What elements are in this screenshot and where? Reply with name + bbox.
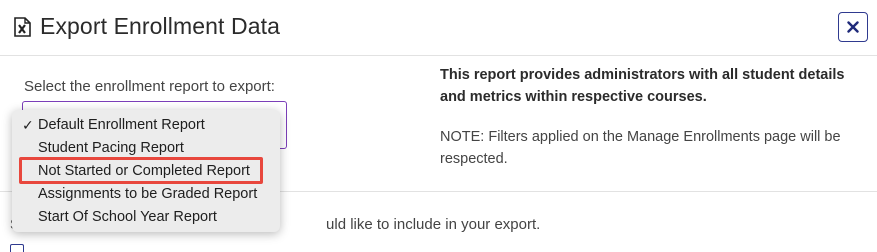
dialog-header: Export Enrollment Data	[0, 0, 877, 56]
include-label-end: uld like to include in your export.	[326, 216, 541, 233]
option-label: Assignments to be Graded Report	[38, 186, 258, 202]
dropdown-option-start-of-year[interactable]: Start Of School Year Report	[12, 206, 280, 229]
field-checkbox[interactable]	[10, 244, 24, 252]
dropdown-option-assignments[interactable]: Assignments to be Graded Report	[12, 183, 280, 206]
report-select-label: Select the enrollment report to export:	[24, 78, 275, 95]
option-label: Start Of School Year Report	[38, 209, 217, 225]
report-note: NOTE: Filters applied on the Manage Enro…	[440, 129, 841, 167]
highlight-box	[19, 157, 263, 184]
close-icon	[847, 21, 859, 33]
checkmark-icon: ✓	[22, 117, 34, 133]
dropdown-option-default[interactable]: ✓ Default Enrollment Report	[12, 114, 280, 137]
close-button[interactable]	[838, 12, 868, 42]
option-label: Default Enrollment Report	[38, 117, 205, 133]
option-label: Student Pacing Report	[38, 140, 184, 156]
excel-export-icon	[14, 17, 31, 37]
report-description: This report provides administrators with…	[440, 67, 845, 105]
dialog-title: Export Enrollment Data	[40, 13, 280, 39]
